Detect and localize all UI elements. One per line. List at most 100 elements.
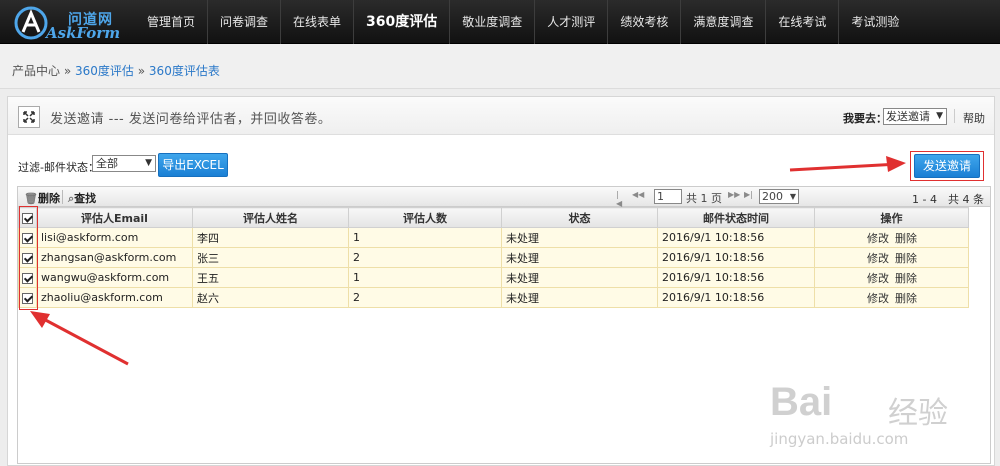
record-range: 1 - 4 共 4 条: [912, 193, 984, 206]
logo-mark-icon: [14, 6, 48, 40]
logo-en-text: AskForm: [46, 24, 121, 42]
nav-item-performance[interactable]: 绩效考核: [608, 0, 680, 44]
grid-toolbar: 🗑删除 ⌕查找 |◀ ◀◀ 1 共 1 页 ▶▶ ▶| 200 ▼ 1 - 4 …: [18, 187, 990, 208]
breadcrumb-separator: »: [137, 64, 146, 78]
nav-item-home[interactable]: 管理首页: [135, 0, 207, 44]
find-label: 查找: [74, 192, 97, 205]
prev-page-icon[interactable]: ◀◀: [632, 190, 644, 199]
cell-name: 张三: [192, 247, 349, 268]
page-number-input[interactable]: 1: [654, 189, 682, 204]
nav-item-engagement[interactable]: 敬业度调查: [450, 0, 534, 44]
filter-label: 过滤-邮件状态：: [18, 161, 99, 174]
goto-select-value: 发送邀请: [886, 110, 930, 123]
nav-menu: 管理首页 问卷调查 在线表单 360度评估 敬业度调查 人才测评 绩效考核 满意…: [135, 0, 911, 44]
delete-button[interactable]: 🗑删除: [24, 190, 60, 206]
cell-email: zhangsan@askform.com: [36, 247, 193, 268]
cell-actions: 修改 删除: [814, 247, 969, 268]
first-page-icon[interactable]: |◀: [616, 190, 622, 208]
page-title: 发送邀请 --- 发送问卷给评估者，并回收答卷。: [50, 112, 332, 127]
nav-item-360[interactable]: 360度评估: [354, 0, 449, 44]
last-page-icon[interactable]: ▶|: [744, 190, 753, 199]
chevron-down-icon: ▼: [936, 111, 943, 121]
mail-status-select[interactable]: 全部 ▼: [92, 155, 156, 172]
cell-time: 2016/9/1 10:18:56: [657, 227, 815, 248]
cell-name: 王五: [192, 267, 349, 288]
cell-name: 李四: [192, 227, 349, 248]
askform-logo[interactable]: 问道网 AskForm: [14, 6, 124, 42]
column-header-time[interactable]: 邮件状态时间: [657, 207, 815, 228]
table-row[interactable]: wangwu@askform.com 王五 1 未处理 2016/9/1 10:…: [18, 267, 969, 288]
help-link[interactable]: 帮助: [963, 110, 985, 126]
table-row[interactable]: lisi@askform.com 李四 1 未处理 2016/9/1 10:18…: [18, 227, 969, 248]
table-row[interactable]: zhaoliu@askform.com 赵六 2 未处理 2016/9/1 10…: [18, 287, 969, 308]
cell-actions: 修改 删除: [814, 267, 969, 288]
column-header-count[interactable]: 评估人数: [348, 207, 502, 228]
export-excel-button[interactable]: 导出EXCEL: [158, 153, 228, 177]
cell-time: 2016/9/1 10:18:56: [657, 267, 815, 288]
nav-item-talent[interactable]: 人才测评: [535, 0, 607, 44]
cell-email: wangwu@askform.com: [36, 267, 193, 288]
column-header-email[interactable]: 评估人Email: [36, 207, 193, 228]
top-nav: 问道网 AskForm 管理首页 问卷调查 在线表单 360度评估 敬业度调查 …: [0, 0, 1000, 44]
invite-table: 评估人Email 评估人姓名 评估人数 状态 邮件状态时间 操作 lisi@as…: [18, 207, 969, 308]
trash-icon: 🗑: [24, 192, 38, 205]
cell-count: 2: [348, 287, 502, 308]
goto-select[interactable]: 发送邀请 ▼: [883, 108, 947, 125]
cell-email: lisi@askform.com: [36, 227, 193, 248]
watermark-url: jingyan.baidu.com: [770, 430, 909, 448]
expand-icon: [23, 111, 35, 123]
baidu-jingyan-watermark: Bai 经验 jingyan.baidu.com: [770, 380, 970, 450]
page-total: 共 1 页: [686, 192, 722, 205]
goto-label: 我要去：: [843, 112, 887, 125]
delete-link[interactable]: 删除: [895, 292, 917, 305]
cell-actions: 修改 删除: [814, 287, 969, 308]
cell-count: 1: [348, 267, 502, 288]
breadcrumb-360[interactable]: 360度评估: [75, 64, 134, 78]
page-size-value: 200: [762, 190, 783, 203]
page-size-select[interactable]: 200 ▼: [759, 189, 799, 204]
next-page-icon[interactable]: ▶▶: [728, 190, 740, 199]
table-header-row: 评估人Email 评估人姓名 评估人数 状态 邮件状态时间 操作: [18, 207, 969, 228]
nav-item-online-exam[interactable]: 在线考试: [766, 0, 838, 44]
toolbar-divider: [62, 190, 63, 204]
edit-link[interactable]: 修改: [867, 292, 889, 305]
checkbox-column-highlight: [19, 206, 38, 310]
delete-link[interactable]: 删除: [895, 252, 917, 265]
table-row[interactable]: zhangsan@askform.com 张三 2 未处理 2016/9/1 1…: [18, 247, 969, 268]
nav-item-form[interactable]: 在线表单: [281, 0, 353, 44]
breadcrumb-360-form[interactable]: 360度评估表: [149, 64, 220, 78]
cell-status: 未处理: [501, 287, 658, 308]
breadcrumb-bar: 产品中心 » 360度评估 » 360度评估表: [0, 44, 1000, 89]
expand-button[interactable]: [18, 106, 40, 128]
cell-count: 1: [348, 227, 502, 248]
chevron-down-icon: ▼: [789, 192, 796, 201]
column-header-name[interactable]: 评估人姓名: [192, 207, 349, 228]
breadcrumb-separator: »: [63, 64, 72, 78]
cell-status: 未处理: [501, 227, 658, 248]
cell-actions: 修改 删除: [814, 227, 969, 248]
nav-item-quiz[interactable]: 考试测验: [839, 0, 911, 44]
column-header-actions: 操作: [814, 207, 969, 228]
delete-label: 删除: [37, 192, 60, 205]
nav-item-satisfaction[interactable]: 满意度调查: [681, 0, 765, 44]
panel-header: 发送邀请 --- 发送问卷给评估者，并回收答卷。 我要去： 发送邀请 ▼ 帮助: [8, 97, 994, 135]
delete-link[interactable]: 删除: [895, 232, 917, 245]
header-divider: [954, 109, 955, 123]
column-header-status[interactable]: 状态: [501, 207, 658, 228]
delete-link[interactable]: 删除: [895, 272, 917, 285]
edit-link[interactable]: 修改: [867, 252, 889, 265]
cell-time: 2016/9/1 10:18:56: [657, 247, 815, 268]
breadcrumb-root[interactable]: 产品中心: [12, 64, 60, 78]
mail-status-value: 全部: [96, 157, 118, 170]
nav-item-survey[interactable]: 问卷调查: [208, 0, 280, 44]
watermark-logo-tail: 经验: [888, 396, 948, 431]
chevron-down-icon: ▼: [145, 158, 152, 168]
cell-status: 未处理: [501, 267, 658, 288]
cell-status: 未处理: [501, 247, 658, 268]
cell-name: 赵六: [192, 287, 349, 308]
edit-link[interactable]: 修改: [867, 272, 889, 285]
send-invite-button[interactable]: 发送邀请: [914, 154, 980, 178]
cell-email: zhaoliu@askform.com: [36, 287, 193, 308]
find-button[interactable]: ⌕查找: [68, 190, 96, 206]
edit-link[interactable]: 修改: [867, 232, 889, 245]
